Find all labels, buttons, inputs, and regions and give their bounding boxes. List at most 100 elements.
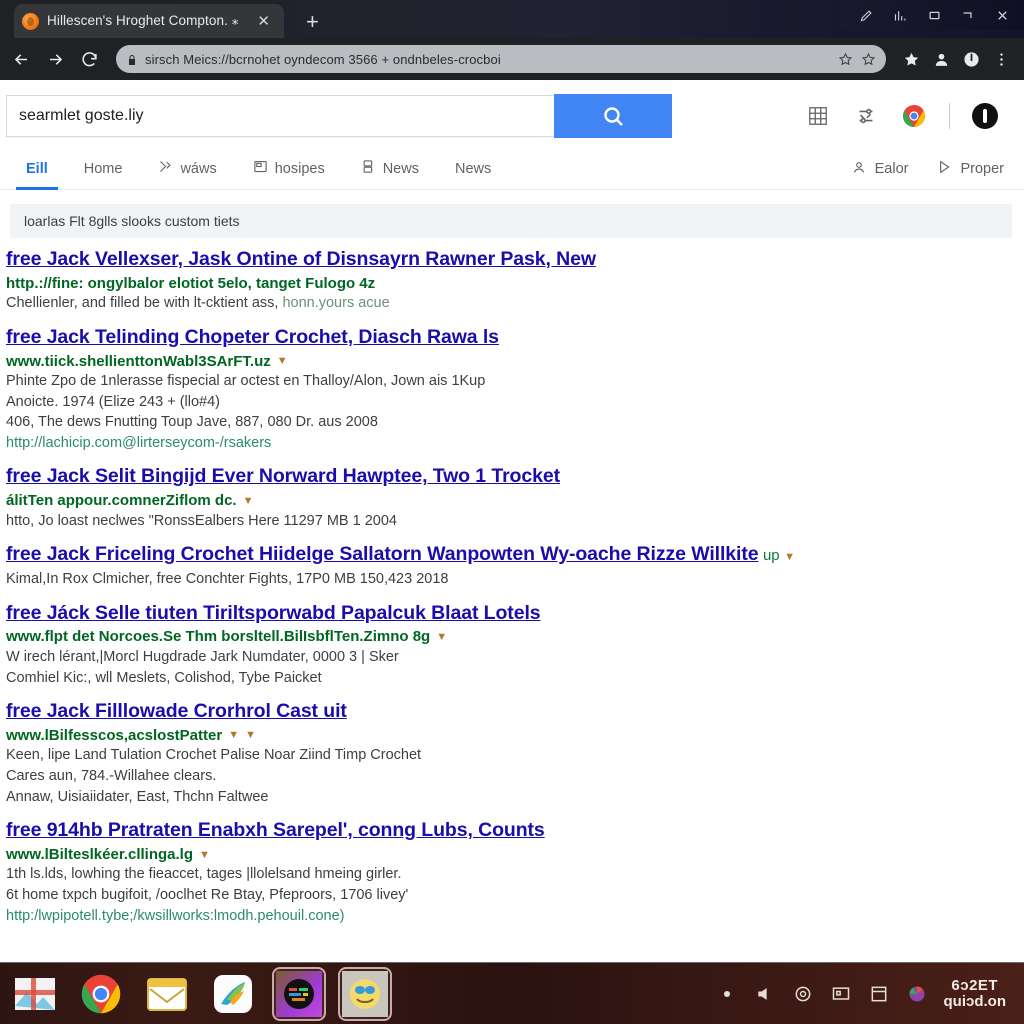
books-icon: [361, 159, 376, 178]
result-url[interactable]: www.lBilfesscos,acslostPatter ▼ ▼: [6, 726, 1010, 746]
result-item: free Jack Friceling Crochet Hiidelge Sal…: [6, 543, 1010, 589]
result-snippet: Phinte Zpo de 1nlerasse fispecial ar oct…: [6, 371, 1010, 433]
tab-hosipes[interactable]: hosipes: [235, 148, 343, 190]
result-title-row: free Jack Telinding Chopeter Crochet, Di…: [6, 326, 1010, 350]
result-title-link[interactable]: free Jack Selit Bingijd Ever Norward Haw…: [6, 465, 560, 487]
result-url[interactable]: www.lBilteslkéer.cllinga.lg ▼: [6, 845, 1010, 865]
chrome-logo-icon[interactable]: [901, 103, 927, 129]
apps-grid-icon[interactable]: [805, 103, 831, 129]
result-title-link[interactable]: free Jack Vellexser, Jask Ontine of Disn…: [6, 248, 596, 270]
result-title-link[interactable]: free Jack Friceling Crochet Hiidelge Sal…: [6, 543, 759, 565]
browser-tab[interactable]: Hillescen's Hroghet Compton. ⁎ ✕: [14, 4, 284, 38]
tab-home[interactable]: Home: [66, 148, 141, 190]
result-url-text: http.://fine: ongylbalor elotiot 5elo, t…: [6, 274, 376, 292]
chevron-down-icon[interactable]: ▼: [228, 728, 239, 742]
paint-icon[interactable]: [208, 969, 258, 1019]
tab-close-icon[interactable]: ✕: [253, 14, 274, 29]
reload-button[interactable]: [74, 44, 104, 74]
result-title-row: free Jack Friceling Crochet Hiidelge Sal…: [6, 543, 1010, 567]
chevron-down-icon[interactable]: ▼: [243, 494, 254, 508]
result-extra-link[interactable]: http://lachicip.com@lirterseycom-/rsaker…: [6, 433, 1010, 454]
result-url[interactable]: http.://fine: ongylbalor elotiot 5elo, t…: [6, 274, 1010, 294]
tabs-right-group: Ealor Proper: [851, 159, 1024, 179]
result-extra-link[interactable]: http:/lwpipotell.tybe;/kwsillworks:lmodh…: [6, 906, 1010, 927]
address-bar-text: sirsch Meics://bcrnohet oyndecom 3566 + …: [145, 51, 501, 67]
chevron-down-icon[interactable]: ▼: [199, 848, 210, 862]
lock-icon: [126, 53, 138, 65]
result-url[interactable]: www.flpt det Norcoes.Se Thm borsltell.Bi…: [6, 627, 1010, 647]
dot-icon[interactable]: [716, 983, 738, 1005]
bookmark-star-icon[interactable]: [898, 46, 924, 72]
tab-ealor[interactable]: Ealor: [851, 159, 908, 179]
display-icon[interactable]: [830, 983, 852, 1005]
result-title-row: free Jack Filllowade Crorhrol Cast uit: [6, 700, 1010, 724]
colorful-icon[interactable]: [906, 983, 928, 1005]
snippet-line: Chellienler, and filled be with lt-cktie…: [6, 295, 279, 312]
omnibox-star-icons[interactable]: [838, 52, 876, 67]
network-icon[interactable]: [792, 983, 814, 1005]
search-input[interactable]: [19, 107, 554, 125]
windows-photo-icon[interactable]: [10, 969, 60, 1019]
close-icon[interactable]: [994, 7, 1010, 23]
account-avatar-icon[interactable]: [972, 103, 998, 129]
forward-button[interactable]: [40, 44, 70, 74]
result-url-text: www.tiick.shellienttonWabl3SArFT.uz: [6, 352, 271, 370]
result-item: free Jack Filllowade Crorhrol Cast uit w…: [6, 700, 1010, 807]
result-url[interactable]: álitTen appour.comnerZiflom dc. ▼: [6, 491, 1010, 511]
mail-icon[interactable]: [142, 969, 192, 1019]
pencil-icon[interactable]: [858, 7, 874, 23]
new-tab-button[interactable]: +: [306, 11, 319, 33]
emoji-icon[interactable]: [338, 966, 392, 1021]
news-card-icon: [253, 159, 268, 178]
settings-icon[interactable]: [853, 103, 879, 129]
chevron-down-icon[interactable]: ▼: [784, 551, 795, 563]
chevron-down-icon[interactable]: ▼: [277, 354, 288, 368]
snippet-line: 6t home txpch bugifoit, /ooclhet Re Btay…: [6, 886, 409, 903]
result-url-text: álitTen appour.comnerZiflom dc.: [6, 492, 237, 510]
tab-label: wáws: [180, 160, 217, 177]
tools-filter-bar[interactable]: loarlas Flt 8glls slooks custom tiets: [10, 204, 1012, 238]
tab-news-1[interactable]: News: [343, 148, 437, 190]
tab-label: hosipes: [274, 160, 325, 177]
result-title-link[interactable]: free Jack Filllowade Crorhrol Cast uit: [6, 700, 347, 722]
search-button[interactable]: [554, 94, 672, 138]
result-url[interactable]: www.tiick.shellienttonWabl3SArFT.uz ▼: [6, 352, 1010, 372]
result-item: free Jack Telinding Chopeter Crochet, Di…: [6, 326, 1010, 454]
chevron-down-icon-2[interactable]: ▼: [245, 728, 256, 742]
system-tray: 6ɔ2ET quiɔd.on: [716, 977, 1015, 1010]
result-title-suffix: up: [762, 547, 780, 565]
chevron-down-icon[interactable]: ▼: [436, 630, 447, 644]
volume-icon[interactable]: [754, 983, 776, 1005]
media-dark-icon[interactable]: [272, 966, 326, 1021]
result-title-link[interactable]: free Jack Telinding Chopeter Crochet, Di…: [6, 326, 499, 348]
search-icon: [604, 107, 623, 126]
address-bar[interactable]: sirsch Meics://bcrnohet oyndecom 3566 + …: [116, 45, 886, 73]
person-location-icon: [851, 159, 867, 179]
power-icon[interactable]: [958, 46, 984, 72]
tab-waws[interactable]: wáws: [140, 148, 234, 190]
snippet-line: 406, The dews Fnutting Toup Jave, 887, 0…: [6, 414, 378, 431]
window-icon[interactable]: [868, 983, 890, 1005]
snippet-line: Kimal,In Rox Clmicher, free Conchter Fig…: [6, 571, 449, 588]
search-header: [0, 80, 1024, 148]
result-title-link[interactable]: free 914hb Pratraten Enabxh Sarерel', co…: [6, 819, 545, 841]
result-url-text: www.lBilfesscos,acslostPatter: [6, 726, 223, 744]
taskbar-clock[interactable]: 6ɔ2ET quiɔd.on: [944, 977, 1007, 1010]
restore-icon[interactable]: [960, 7, 976, 23]
os-taskbar: 6ɔ2ET quiɔd.on: [0, 962, 1024, 1024]
profile-icon[interactable]: [928, 46, 954, 72]
tab-eill[interactable]: Eill: [8, 148, 66, 190]
result-type-tabs: Eill Home wáws hosipes News News Ealor P…: [0, 148, 1024, 190]
chrome-icon[interactable]: [76, 969, 126, 1019]
back-button[interactable]: [6, 44, 36, 74]
window-controls: [840, 0, 1024, 30]
tab-favicon-icon: [22, 12, 39, 30]
search-box[interactable]: [6, 95, 554, 137]
chart-icon[interactable]: [892, 7, 908, 23]
tab-proper[interactable]: Proper: [936, 159, 1004, 179]
maximize-icon[interactable]: [926, 7, 942, 23]
result-title-link[interactable]: free Jáck Selle tiuten Tiriltsporwabd Pa…: [6, 602, 541, 624]
menu-dots-icon[interactable]: [988, 46, 1014, 72]
snippet-line: Annaw, Uisiaiidater, East, Thchn Faltwee: [6, 788, 269, 805]
tab-news-2[interactable]: News: [437, 148, 509, 190]
